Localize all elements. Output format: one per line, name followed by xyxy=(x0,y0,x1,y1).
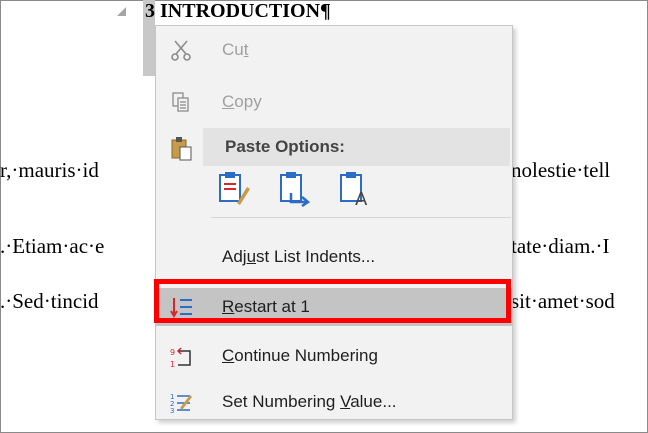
continue-numbering-menu-item[interactable]: 91 Continue Numbering xyxy=(156,337,512,375)
svg-text:A: A xyxy=(355,189,368,207)
set-numbering-value-icon: 123 xyxy=(170,391,192,415)
doc-line-2-left: .·Etiam·ac·e xyxy=(0,234,105,258)
heading-text: 3 INTRODUCTION¶ xyxy=(145,0,331,22)
doc-line-2-right: tate·diam.·I xyxy=(511,234,610,258)
paste-options-header: Paste Options: xyxy=(203,128,510,166)
doc-line-1-left: r,·mauris·id xyxy=(0,158,99,182)
merge-formatting-icon xyxy=(278,172,312,211)
svg-text:1: 1 xyxy=(170,360,175,369)
scissors-icon xyxy=(170,39,192,61)
keep-text-only-button[interactable]: A xyxy=(338,169,372,210)
keep-text-only-icon: A xyxy=(338,172,372,211)
highlight-annotation-box xyxy=(154,279,511,323)
set-numbering-value-menu-item[interactable]: 123 Set Numbering Value... xyxy=(156,383,512,421)
continue-numbering-icon: 91 xyxy=(170,345,192,369)
doc-line-3-right: sit·amet·sod xyxy=(511,289,615,313)
svg-text:3: 3 xyxy=(170,407,174,415)
copy-icon xyxy=(170,91,192,113)
merge-formatting-button[interactable] xyxy=(278,169,312,208)
continue-numbering-label: Continue Numbering xyxy=(222,346,378,365)
adjust-list-indents-menu-item[interactable]: Adjust List Indents... xyxy=(156,238,512,276)
adjust-list-indents-label: Adjust List Indents... xyxy=(222,247,376,266)
paste-options-label: Paste Options: xyxy=(225,137,345,156)
keep-source-formatting-icon xyxy=(217,172,251,211)
context-menu: Cut Copy Paste Options: A Adjust List In… xyxy=(155,25,513,420)
menu-separator xyxy=(211,217,511,218)
doc-line-3-left: .·Sed·tincid xyxy=(0,289,99,313)
keep-source-formatting-button[interactable] xyxy=(217,169,251,207)
collapse-triangle-icon[interactable] xyxy=(117,7,126,16)
cut-menu-item[interactable]: Cut xyxy=(156,31,512,69)
cut-label: Cut xyxy=(222,40,249,59)
set-numbering-value-label: Set Numbering Value... xyxy=(222,392,397,411)
doc-line-1-right: nolestie·tell xyxy=(511,158,611,182)
copy-menu-item[interactable]: Copy xyxy=(156,83,512,121)
copy-label: Copy xyxy=(222,92,262,111)
paste-clipboard-icon xyxy=(170,136,194,162)
svg-text:9: 9 xyxy=(170,348,175,357)
